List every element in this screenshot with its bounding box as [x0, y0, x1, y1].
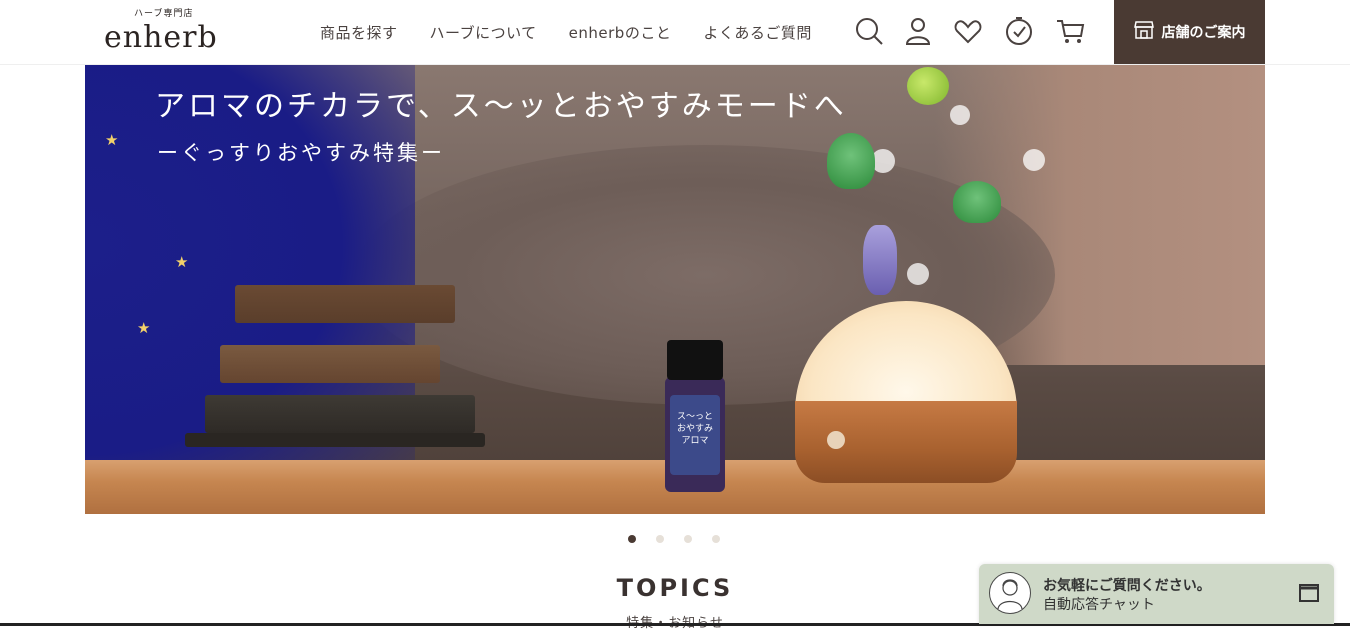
- book-stack-item: [235, 285, 455, 323]
- lime-image: [907, 67, 949, 105]
- hero-subtitle: ーぐっすりおやすみ特集ー: [157, 141, 445, 165]
- carousel-dots: [628, 535, 720, 543]
- chat-widget[interactable]: お気軽にご質問ください。 自動応答チャット: [979, 564, 1334, 624]
- main-nav: 商品を探す ハーブについて enherbのこと よくあるご質問: [320, 22, 844, 43]
- store-icon: [1133, 21, 1154, 43]
- chat-subtitle: 自動応答チャット: [1043, 597, 1155, 613]
- hero-title: アロマのチカラで、ス〜ッとおやすみモードへ: [155, 89, 847, 124]
- chat-avatar: [989, 572, 1031, 614]
- lavender-image: [863, 225, 897, 295]
- bubble: [907, 263, 929, 285]
- bubble: [950, 105, 970, 125]
- search-icon[interactable]: [854, 16, 884, 46]
- chat-title: お気軽にご質問ください。: [1043, 578, 1211, 594]
- site-logo[interactable]: ハーブ専門店 enherb: [104, 6, 224, 58]
- favorite-icon[interactable]: [953, 16, 983, 46]
- diffuser-button: [827, 431, 845, 449]
- mint-leaf-image: [953, 181, 1001, 223]
- logo-wordmark: enherb: [104, 20, 218, 55]
- nav-find-products[interactable]: 商品を探す: [320, 22, 398, 43]
- nav-about-herbs[interactable]: ハーブについて: [430, 22, 537, 43]
- carousel-dot-2[interactable]: [656, 535, 664, 543]
- cart-icon[interactable]: [1055, 16, 1085, 46]
- book-stack-item: [205, 395, 475, 433]
- star-icon: ★: [137, 319, 151, 337]
- book-stack-item: [220, 345, 440, 383]
- store-info-button[interactable]: 店舗のご案内: [1114, 0, 1265, 64]
- star-icon: ★: [105, 131, 119, 149]
- site-header: ハーブ専門店 enherb 商品を探す ハーブについて enherbのこと よく…: [0, 0, 1350, 65]
- nav-faq[interactable]: よくあるご質問: [703, 22, 812, 43]
- aroma-bottle-label: ス〜っと おやすみ アロマ: [670, 395, 720, 475]
- history-icon[interactable]: [1004, 16, 1034, 46]
- carousel-dot-4[interactable]: [712, 535, 720, 543]
- logo-tagline: ハーブ専門店: [134, 9, 194, 19]
- carousel-dot-1[interactable]: [628, 535, 636, 543]
- nav-about-enherb[interactable]: enherbのこと: [569, 22, 672, 43]
- mint-leaf-image: [827, 133, 875, 189]
- carousel-dot-3[interactable]: [684, 535, 692, 543]
- hero-banner[interactable]: ★ ★ ★ ス〜っと おやすみ アロマ アロマのチカラで、ス〜ッとおやすみモード…: [85, 65, 1265, 514]
- account-icon[interactable]: [903, 16, 933, 46]
- maximize-icon[interactable]: [1299, 584, 1319, 602]
- aroma-bottle-cap: [667, 340, 723, 380]
- star-icon: ★: [175, 253, 189, 271]
- bubble: [1023, 149, 1045, 171]
- book-stack-item: [185, 433, 485, 447]
- store-info-label: 店舗のご案内: [1161, 25, 1246, 41]
